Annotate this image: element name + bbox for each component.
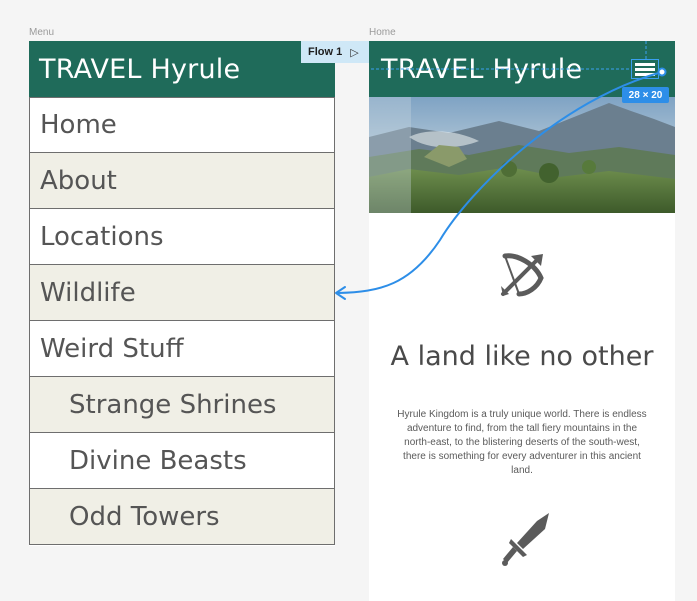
menu-item-home[interactable]: Home: [29, 97, 335, 153]
headline: A land like no other: [390, 341, 654, 372]
intro-paragraph: Hyrule Kingdom is a truly unique world. …: [397, 409, 647, 476]
menu-item-divine-beasts[interactable]: Divine Beasts: [29, 433, 335, 489]
menu-item-locations[interactable]: Locations: [29, 209, 335, 265]
flow-label: Flow 1: [308, 46, 343, 58]
menu-item-label: Strange Shrines: [69, 389, 277, 420]
menu-item-label: Weird Stuff: [40, 333, 184, 364]
selection-size-badge: 28 × 20: [622, 87, 669, 103]
menu-item-weird-stuff[interactable]: Weird Stuff: [29, 321, 335, 377]
menu-item-wildlife[interactable]: Wildlife: [29, 265, 335, 321]
sword-icon: [502, 513, 549, 566]
frame-label-home[interactable]: Home: [369, 27, 396, 38]
flow-start-badge[interactable]: Flow 1 ▷: [301, 41, 369, 63]
menu-item-about[interactable]: About: [29, 153, 335, 209]
menu-item-label: Odd Towers: [69, 501, 220, 532]
hamburger-menu-icon[interactable]: [631, 59, 659, 79]
home-app-title: TRAVEL Hyrule: [381, 53, 583, 85]
arrowhead-icon: [335, 286, 346, 300]
menu-item-label: About: [40, 165, 117, 196]
landscape-image: [369, 97, 675, 213]
menu-item-label: Home: [40, 110, 117, 140]
menu-item-strange-shrines[interactable]: Strange Shrines: [29, 377, 335, 433]
bow-and-arrow-icon: [501, 253, 544, 297]
menu-item-odd-towers[interactable]: Odd Towers: [29, 489, 335, 545]
menu-item-label: Divine Beasts: [69, 445, 247, 476]
menu-app-title: TRAVEL Hyrule: [39, 53, 241, 85]
menu-item-label: Locations: [40, 221, 164, 252]
menu-app-header: TRAVEL Hyrule: [29, 41, 335, 97]
frame-label-menu[interactable]: Menu: [29, 27, 54, 38]
home-frame[interactable]: TRAVEL Hyrule A land like no other Hyrul…: [369, 41, 675, 601]
size-label: 28 × 20: [628, 89, 663, 101]
menu-frame[interactable]: TRAVEL Hyrule Home About Locations Wildl…: [29, 41, 335, 546]
menu-item-label: Wildlife: [40, 277, 136, 308]
play-icon[interactable]: ▷: [350, 46, 358, 59]
